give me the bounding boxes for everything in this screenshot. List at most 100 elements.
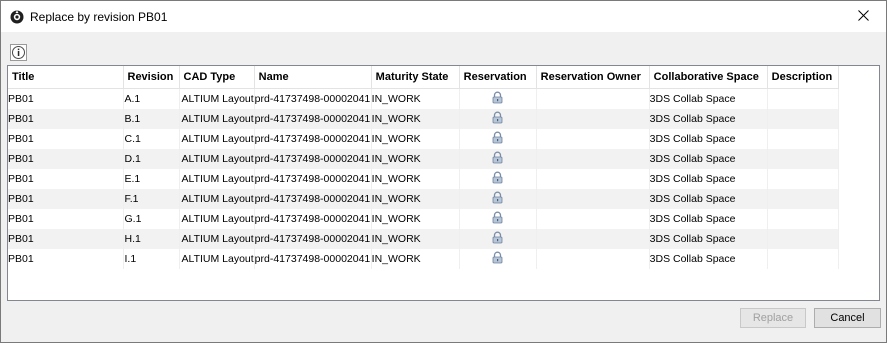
column-header-reservation-owner[interactable]: Reservation Owner xyxy=(536,66,650,89)
cell-title: PB01 xyxy=(8,169,124,189)
cell-revision: G.1 xyxy=(123,209,180,229)
column-header-title[interactable]: Title xyxy=(8,66,124,89)
cell-revision: C.1 xyxy=(123,129,180,149)
cell-maturity-state: IN_WORK xyxy=(371,149,460,169)
cell-description xyxy=(767,149,839,169)
cell-reservation xyxy=(459,88,537,109)
cell-reservation-owner xyxy=(536,209,650,229)
lock-icon xyxy=(491,231,504,247)
column-header-description[interactable]: Description xyxy=(767,66,839,89)
table-header-row: Title Revision CAD Type Name Maturity St… xyxy=(8,66,839,89)
close-icon xyxy=(857,9,869,24)
cell-title: PB01 xyxy=(8,149,124,169)
cell-cad-type: ALTIUM Layout xyxy=(179,149,255,169)
cell-reservation xyxy=(459,189,537,209)
cell-reservation-owner xyxy=(536,169,650,189)
dialog-window: Replace by revision PB01 Title Revision … xyxy=(0,0,887,343)
table-row[interactable]: PB01 A.1 ALTIUM Layout prd-41737498-0000204… xyxy=(8,88,839,109)
cell-reservation xyxy=(459,229,537,249)
cell-name: prd-41737498-00002041 xyxy=(254,88,372,109)
cell-reservation-owner xyxy=(536,149,650,169)
cell-title: PB01 xyxy=(8,189,124,209)
table-row[interactable]: PB01 D.1 ALTIUM Layout prd-41737498-0000204… xyxy=(8,149,839,169)
cell-description xyxy=(767,88,839,109)
lock-icon xyxy=(491,151,504,167)
cell-cad-type: ALTIUM Layout xyxy=(179,109,255,129)
cell-description xyxy=(767,249,839,269)
cell-maturity-state: IN_WORK xyxy=(371,249,460,269)
replace-button[interactable]: Replace xyxy=(740,308,806,328)
column-header-revision[interactable]: Revision xyxy=(123,66,180,89)
cell-collaborative-space: 3DS Collab Space xyxy=(649,209,768,229)
cell-collaborative-space: 3DS Collab Space xyxy=(649,229,768,249)
cell-name: prd-41737498-00002041 xyxy=(254,169,372,189)
cell-revision: A.1 xyxy=(123,88,180,109)
cell-maturity-state: IN_WORK xyxy=(371,88,460,109)
cell-name: prd-41737498-00002041 xyxy=(254,149,372,169)
lock-icon xyxy=(491,191,504,207)
cancel-button[interactable]: Cancel xyxy=(814,308,881,328)
catia-icon xyxy=(9,9,25,25)
lock-icon xyxy=(491,171,504,187)
cell-revision: F.1 xyxy=(123,189,180,209)
cell-cad-type: ALTIUM Layout xyxy=(179,249,255,269)
cell-reservation-owner xyxy=(536,109,650,129)
cell-description xyxy=(767,189,839,209)
cell-cad-type: ALTIUM Layout xyxy=(179,229,255,249)
column-header-collaborative-space[interactable]: Collaborative Space xyxy=(649,66,768,89)
cell-cad-type: ALTIUM Layout xyxy=(179,88,255,109)
cell-collaborative-space: 3DS Collab Space xyxy=(649,149,768,169)
cell-reservation xyxy=(459,149,537,169)
cell-revision: I.1 xyxy=(123,249,180,269)
cell-collaborative-space: 3DS Collab Space xyxy=(649,88,768,109)
cell-title: PB01 xyxy=(8,209,124,229)
cell-cad-type: ALTIUM Layout xyxy=(179,189,255,209)
cell-maturity-state: IN_WORK xyxy=(371,229,460,249)
cell-name: prd-41737498-00002041 xyxy=(254,249,372,269)
cell-name: prd-41737498-00002041 xyxy=(254,129,372,149)
cell-collaborative-space: 3DS Collab Space xyxy=(649,189,768,209)
table-row[interactable]: PB01 C.1 ALTIUM Layout prd-41737498-0000204… xyxy=(8,129,839,149)
cell-description xyxy=(767,209,839,229)
table-row[interactable]: PB01 G.1 ALTIUM Layout prd-41737498-0000204… xyxy=(8,209,839,229)
column-header-reservation[interactable]: Reservation xyxy=(459,66,537,89)
window-title: Replace by revision PB01 xyxy=(30,10,168,24)
cell-name: prd-41737498-00002041 xyxy=(254,209,372,229)
table-row[interactable]: PB01 F.1 ALTIUM Layout prd-41737498-0000204… xyxy=(8,189,839,209)
revisions-table-panel[interactable]: Title Revision CAD Type Name Maturity St… xyxy=(7,65,880,301)
info-icon xyxy=(11,46,26,63)
cell-name: prd-41737498-00002041 xyxy=(254,109,372,129)
table-row[interactable]: PB01 B.1 ALTIUM Layout prd-41737498-0000204… xyxy=(8,109,839,129)
cell-title: PB01 xyxy=(8,129,124,149)
cell-reservation-owner xyxy=(536,88,650,109)
column-header-maturity-state[interactable]: Maturity State xyxy=(371,66,460,89)
column-header-cad-type[interactable]: CAD Type xyxy=(179,66,255,89)
info-button[interactable] xyxy=(10,44,27,61)
cell-title: PB01 xyxy=(8,109,124,129)
cell-cad-type: ALTIUM Layout xyxy=(179,129,255,149)
cell-title: PB01 xyxy=(8,229,124,249)
cell-description xyxy=(767,109,839,129)
lock-icon xyxy=(491,111,504,127)
close-button[interactable] xyxy=(840,1,886,32)
table-row[interactable]: PB01 H.1 ALTIUM Layout prd-41737498-0000204… xyxy=(8,229,839,249)
lock-icon xyxy=(491,131,504,147)
cell-reservation xyxy=(459,249,537,269)
cell-revision: D.1 xyxy=(123,149,180,169)
cell-reservation xyxy=(459,209,537,229)
table-row[interactable]: PB01 I.1 ALTIUM Layout prd-41737498-0000204… xyxy=(8,249,839,269)
cell-maturity-state: IN_WORK xyxy=(371,189,460,209)
revisions-table: Title Revision CAD Type Name Maturity St… xyxy=(8,66,839,269)
cell-reservation-owner xyxy=(536,229,650,249)
column-header-name[interactable]: Name xyxy=(254,66,372,89)
cell-description xyxy=(767,169,839,189)
lock-icon xyxy=(491,91,504,107)
table-row[interactable]: PB01 E.1 ALTIUM Layout prd-41737498-0000204… xyxy=(8,169,839,189)
cell-revision: E.1 xyxy=(123,169,180,189)
cell-reservation-owner xyxy=(536,249,650,269)
cell-title: PB01 xyxy=(8,88,124,109)
cell-reservation-owner xyxy=(536,129,650,149)
cell-maturity-state: IN_WORK xyxy=(371,109,460,129)
cell-maturity-state: IN_WORK xyxy=(371,169,460,189)
cell-revision: B.1 xyxy=(123,109,180,129)
